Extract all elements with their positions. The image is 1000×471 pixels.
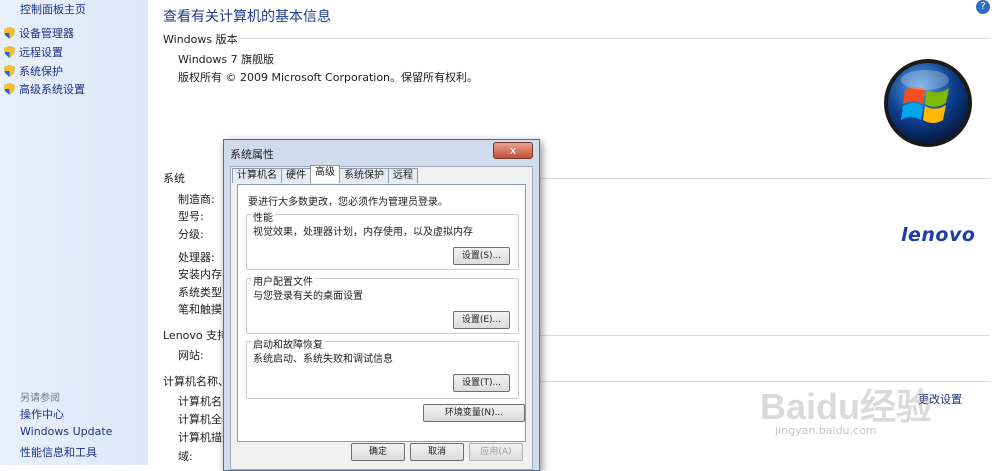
performance-settings-button[interactable]: 设置(S)... [453, 247, 510, 265]
rating-label: 分级: [178, 228, 204, 241]
tab-remote[interactable]: 远程 [388, 168, 418, 183]
edition-section-title: Windows 版本 [163, 33, 238, 46]
shield-icon [4, 46, 15, 58]
pen-touch-label: 笔和触摸: [178, 303, 226, 316]
see-also-performance-tools[interactable]: 性能信息和工具 [20, 444, 97, 460]
system-type-label: 系统类型: [178, 286, 226, 299]
tab-strip: 计算机名 硬件 高级 系统保护 远程 [232, 165, 418, 184]
advanced-tab-panel: 要进行大多数更改，您必须作为管理员登录。 性能 视觉效果，处理器计划，内存使用，… [237, 184, 526, 442]
baidu-watermark: Baidu经验 [760, 386, 933, 427]
sidebar-item-label: 高级系统设置 [19, 83, 85, 96]
sidebar-item-device-manager[interactable]: 设备管理器 [4, 25, 74, 41]
environment-variables-button[interactable]: 环境变量(N)... [423, 404, 525, 422]
shield-icon [4, 65, 15, 77]
dialog-title: 系统属性 [230, 148, 274, 161]
group-description: 视觉效果，处理器计划，内存使用，以及虚拟内存 [253, 227, 473, 238]
system-properties-dialog: 系统属性 x 计算机名 硬件 高级 系统保护 远程 要进行大多数更改，您必须作为… [223, 139, 540, 471]
ok-button[interactable]: 确定 [351, 443, 405, 461]
watermark-url: jingyan.baidu.com [775, 424, 877, 437]
startup-recovery-group: 启动和故障恢复 系统启动、系统失败和调试信息 设置(T)... [246, 336, 519, 399]
sidebar-item-label: 设备管理器 [19, 27, 74, 40]
model-label: 型号: [178, 210, 204, 223]
cancel-button[interactable]: 取消 [410, 443, 464, 461]
lenovo-logo: lenovo [901, 224, 976, 246]
sidebar-item-system-protection[interactable]: 系统保护 [4, 63, 63, 79]
sidebar-item-advanced-settings[interactable]: 高级系统设置 [4, 81, 85, 97]
system-section-title: 系统 [163, 172, 185, 185]
see-also-title: 另请参阅 [20, 393, 60, 404]
group-description: 与您登录有关的桌面设置 [253, 291, 363, 302]
control-panel-sidebar: 控制面板主页 设备管理器 远程设置 系统保护 高级系统设置 另请参阅 操作中心 … [0, 0, 148, 465]
shield-icon [4, 27, 15, 39]
copyright-text: 版权所有 © 2009 Microsoft Corporation。保留所有权利… [178, 71, 479, 84]
tab-advanced[interactable]: 高级 [310, 165, 340, 183]
computer-name-label: 计算机名: [178, 395, 226, 408]
shield-icon [4, 83, 15, 95]
startup-recovery-settings-button[interactable]: 设置(T)... [453, 374, 510, 392]
user-profiles-settings-button[interactable]: 设置(E)... [453, 311, 510, 329]
website-label: 网站: [178, 349, 204, 362]
sidebar-item-label: 系统保护 [19, 65, 63, 78]
performance-group: 性能 视觉效果，处理器计划，内存使用，以及虚拟内存 设置(S)... [246, 209, 519, 270]
sidebar-item-label: 远程设置 [19, 46, 63, 59]
support-section-title: Lenovo 支持 [163, 329, 229, 342]
see-also-action-center[interactable]: 操作中心 [20, 406, 64, 422]
group-title: 性能 [251, 209, 275, 224]
tab-computer-name[interactable]: 计算机名 [232, 168, 282, 183]
see-also-windows-update[interactable]: Windows Update [20, 425, 112, 438]
manufacturer-label: 制造商: [178, 193, 215, 206]
domain-label: 域: [178, 450, 193, 463]
group-title: 用户配置文件 [251, 273, 315, 288]
tab-system-protection[interactable]: 系统保护 [339, 168, 389, 183]
group-title: 启动和故障恢复 [251, 336, 325, 351]
page-title: 查看有关计算机的基本信息 [163, 9, 331, 25]
windows-logo-icon [884, 59, 972, 147]
sidebar-item-remote-settings[interactable]: 远程设置 [4, 44, 63, 60]
user-profiles-group: 用户配置文件 与您登录有关的桌面设置 设置(E)... [246, 273, 519, 334]
admin-note: 要进行大多数更改，您必须作为管理员登录。 [248, 197, 448, 208]
help-icon[interactable]: ? [976, 0, 990, 14]
tab-hardware[interactable]: 硬件 [281, 168, 311, 183]
processor-label: 处理器: [178, 251, 215, 264]
windows-edition: Windows 7 旗舰版 [178, 53, 275, 66]
apply-button[interactable]: 应用(A) [469, 443, 523, 461]
section-divider [228, 38, 990, 39]
group-description: 系统启动、系统失败和调试信息 [253, 354, 393, 365]
control-panel-home-link[interactable]: 控制面板主页 [20, 1, 86, 17]
close-button[interactable]: x [493, 142, 533, 159]
